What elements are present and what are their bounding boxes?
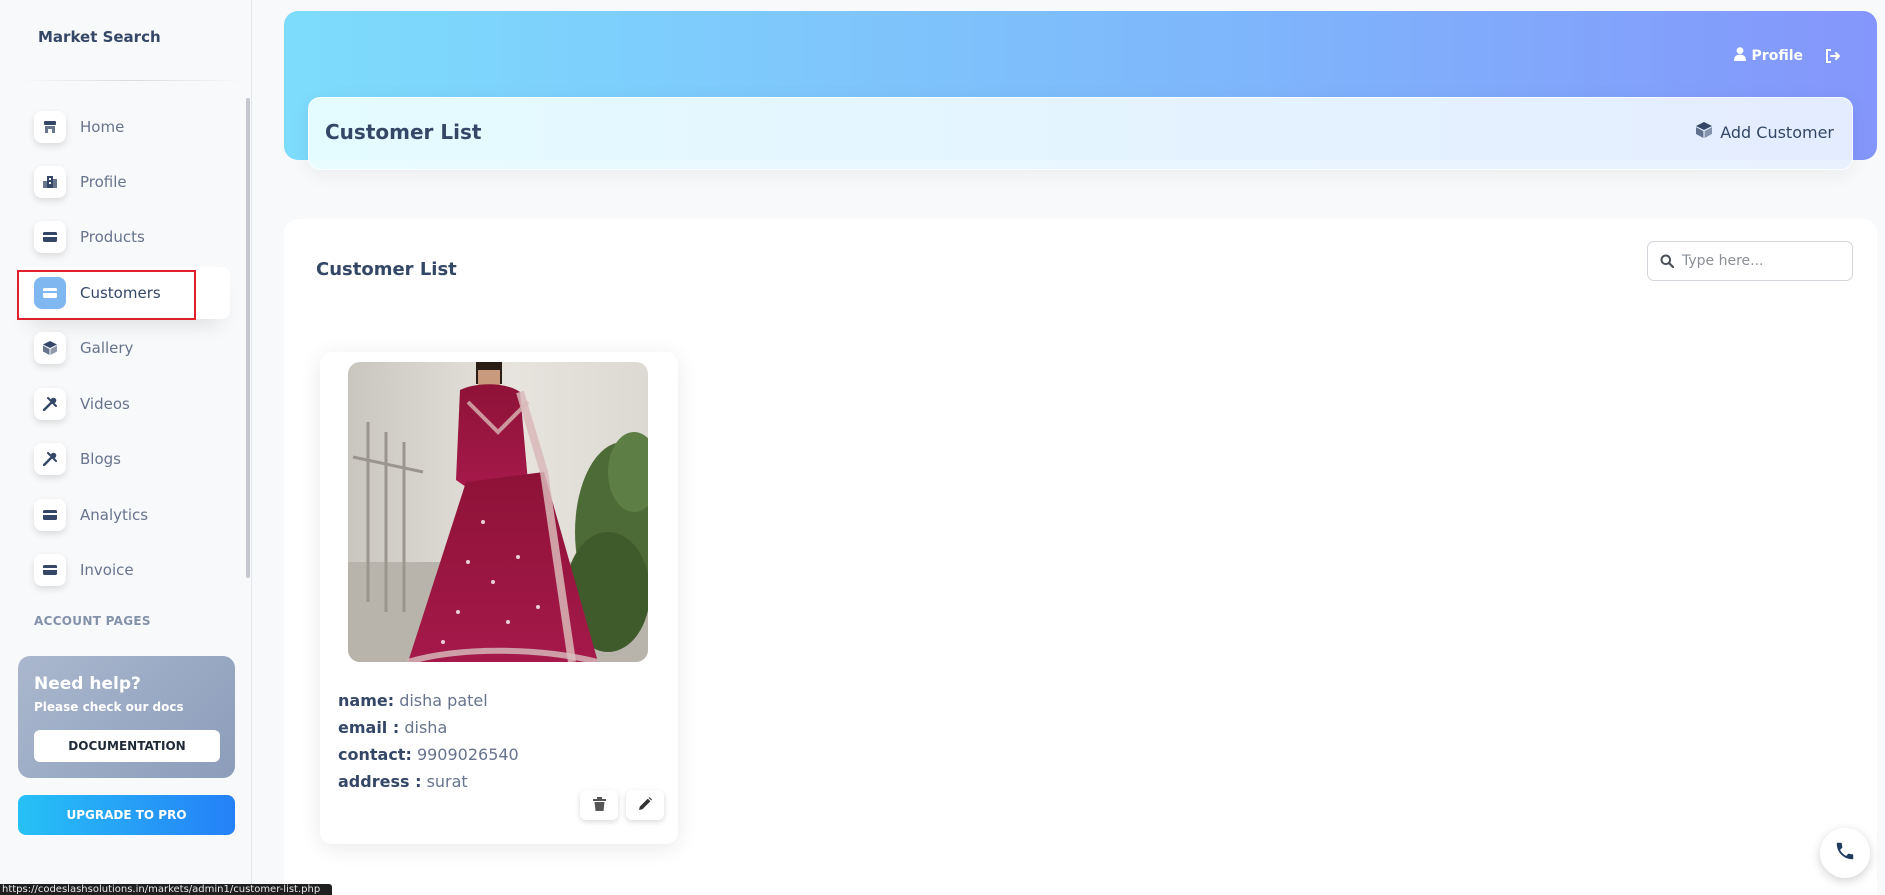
customer-name-row: name: disha patel (338, 687, 519, 714)
customer-photo (348, 362, 648, 662)
sidebar-item-analytics[interactable]: Analytics (18, 489, 230, 541)
pencil-icon (638, 796, 652, 814)
customer-email: disha (404, 718, 448, 737)
upgrade-button[interactable]: UPGRADE TO PRO (18, 795, 235, 835)
sidebar-item-videos[interactable]: Videos (18, 378, 230, 430)
help-subtitle: Please check our docs (34, 700, 184, 714)
credit-card-icon (34, 554, 66, 586)
tools-icon (34, 443, 66, 475)
phone-icon (1834, 840, 1856, 866)
box-icon (34, 332, 66, 364)
customer-email-row: email : disha (338, 714, 519, 741)
brand-name[interactable]: Market Search (38, 28, 161, 46)
section-title: Customer List (316, 259, 457, 280)
help-card: Need help? Please check our docs DOCUMEN… (18, 656, 235, 778)
customer-list-card: Customer List Type here... name: disha p… (284, 219, 1877, 895)
name-label: name: (338, 691, 395, 710)
office-icon (34, 166, 66, 198)
credit-card-icon (34, 499, 66, 531)
sidebar-scrollbar[interactable] (246, 98, 250, 578)
title-bar: Customer List Add Customer (308, 97, 1853, 170)
customer-details: name: disha patel email : disha contact:… (338, 687, 519, 795)
sidebar-item-label: Profile (80, 173, 127, 191)
logout-icon[interactable] (1825, 49, 1841, 63)
account-pages-title: ACCOUNT PAGES (34, 614, 151, 628)
trash-icon (592, 796, 606, 814)
sidebar: Market Search Home Profile Products Cust… (0, 0, 252, 895)
header-actions: Profile (1733, 47, 1841, 65)
edit-button[interactable] (626, 790, 664, 820)
sidebar-item-profile[interactable]: Profile (18, 156, 230, 208)
documentation-button[interactable]: DOCUMENTATION (34, 730, 220, 762)
shop-icon (34, 111, 66, 143)
sidebar-item-blogs[interactable]: Blogs (18, 433, 230, 485)
tools-icon (34, 388, 66, 420)
phone-button[interactable] (1820, 828, 1870, 878)
email-label: email : (338, 718, 400, 737)
user-icon (1733, 47, 1746, 65)
page-title: Customer List (325, 120, 482, 144)
help-title: Need help? (34, 674, 141, 694)
customer-card: name: disha patel email : disha contact:… (320, 352, 678, 844)
profile-link[interactable]: Profile (1733, 47, 1803, 65)
add-customer-label: Add Customer (1720, 122, 1834, 142)
box-icon (1696, 122, 1713, 142)
customer-name: disha patel (399, 691, 488, 710)
credit-card-icon (34, 221, 66, 253)
sidebar-item-label: Home (80, 118, 125, 136)
add-customer-button[interactable]: Add Customer (1696, 122, 1834, 142)
delete-button[interactable] (580, 790, 618, 820)
customer-contact-row: contact: 9909026540 (338, 741, 519, 768)
sidebar-item-gallery[interactable]: Gallery (18, 322, 230, 374)
sidebar-item-label: Videos (80, 395, 130, 413)
search-input[interactable] (1682, 253, 1842, 269)
brand-divider (20, 80, 244, 81)
sidebar-item-home[interactable]: Home (18, 101, 230, 153)
customer-address-row: address : surat (338, 768, 519, 795)
address-label: address : (338, 772, 422, 791)
search-icon (1660, 254, 1674, 268)
sidebar-item-invoice[interactable]: Invoice (18, 544, 230, 596)
sidebar-item-label: Gallery (80, 339, 134, 357)
customer-contact: 9909026540 (416, 745, 519, 764)
sidebar-item-label: Analytics (80, 506, 149, 524)
selection-highlight (17, 270, 196, 320)
status-bar-url: https://codeslashsolutions.in/markets/ad… (0, 884, 332, 895)
profile-label: Profile (1751, 48, 1803, 64)
sidebar-item-label: Blogs (80, 450, 121, 468)
customer-address: surat (426, 772, 468, 791)
contact-label: contact: (338, 745, 412, 764)
search-box (1647, 241, 1853, 281)
sidebar-item-label: Invoice (80, 561, 134, 579)
sidebar-item-label: Products (80, 228, 145, 246)
sidebar-item-products[interactable]: Products (18, 211, 230, 263)
